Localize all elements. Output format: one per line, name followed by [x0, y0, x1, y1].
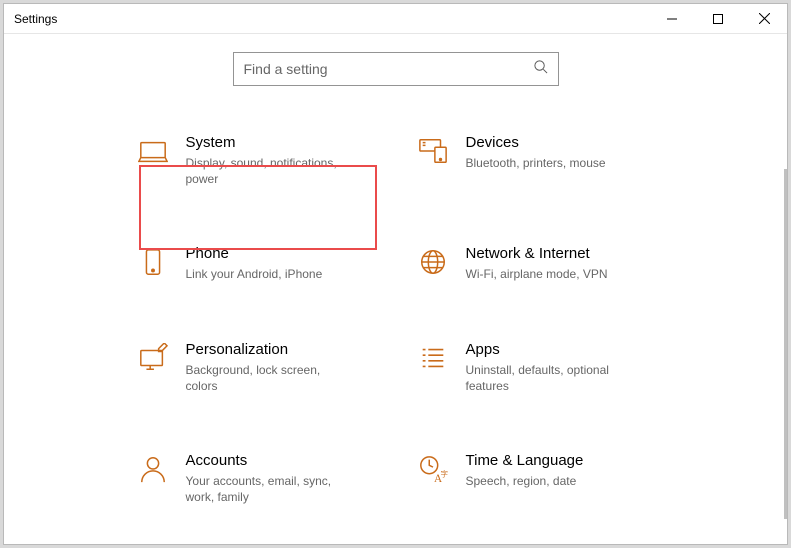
tile-desc: Uninstall, defaults, optional features: [466, 362, 636, 394]
maximize-button[interactable]: [695, 4, 741, 34]
devices-icon: [416, 134, 450, 187]
close-icon: [759, 13, 770, 24]
scrollbar[interactable]: [784, 169, 787, 519]
tile-desc: Background, lock screen, colors: [186, 362, 356, 394]
tile-personalization[interactable]: Personalization Background, lock screen,…: [136, 341, 376, 394]
tile-time-language[interactable]: A字 Time & Language Speech, region, date: [416, 452, 656, 505]
tile-system[interactable]: System Display, sound, notifications, po…: [136, 134, 376, 187]
search-input[interactable]: [244, 61, 533, 77]
phone-icon: [136, 245, 170, 282]
tile-title: Accounts: [186, 452, 376, 469]
tile-title: Phone: [186, 245, 376, 262]
accounts-icon: [136, 452, 170, 505]
tile-title: Personalization: [186, 341, 376, 358]
minimize-button[interactable]: [649, 4, 695, 34]
search-box[interactable]: [233, 52, 559, 86]
tile-desc: Bluetooth, printers, mouse: [466, 155, 636, 171]
tile-network[interactable]: Network & Internet Wi-Fi, airplane mode,…: [416, 245, 656, 282]
tile-title: Devices: [466, 134, 656, 151]
tile-desc: Your accounts, email, sync, work, family: [186, 473, 356, 505]
search-icon: [533, 59, 548, 79]
tile-accounts[interactable]: Accounts Your accounts, email, sync, wor…: [136, 452, 376, 505]
apps-icon: [416, 341, 450, 394]
network-icon: [416, 245, 450, 282]
tile-devices[interactable]: Devices Bluetooth, printers, mouse: [416, 134, 656, 187]
system-icon: [136, 134, 170, 187]
titlebar: Settings: [4, 4, 787, 34]
tile-title: Apps: [466, 341, 656, 358]
close-button[interactable]: [741, 4, 787, 34]
tile-title: Network & Internet: [466, 245, 656, 262]
window-title: Settings: [14, 12, 57, 26]
time-language-icon: A字: [416, 452, 450, 505]
personalization-icon: [136, 341, 170, 394]
svg-text:字: 字: [440, 468, 448, 478]
content-area: System Display, sound, notifications, po…: [4, 34, 787, 544]
tile-desc: Link your Android, iPhone: [186, 266, 356, 282]
tile-desc: Speech, region, date: [466, 473, 636, 489]
tile-desc: Wi-Fi, airplane mode, VPN: [466, 266, 636, 282]
tile-apps[interactable]: Apps Uninstall, defaults, optional featu…: [416, 341, 656, 394]
maximize-icon: [713, 14, 723, 24]
settings-window: Settings Sys: [3, 3, 788, 545]
tile-title: System: [186, 134, 376, 151]
minimize-icon: [667, 14, 677, 24]
tile-phone[interactable]: Phone Link your Android, iPhone: [136, 245, 376, 282]
tile-desc: Display, sound, notifications, power: [186, 155, 356, 187]
tile-title: Time & Language: [466, 452, 656, 469]
settings-grid: System Display, sound, notifications, po…: [136, 116, 656, 525]
